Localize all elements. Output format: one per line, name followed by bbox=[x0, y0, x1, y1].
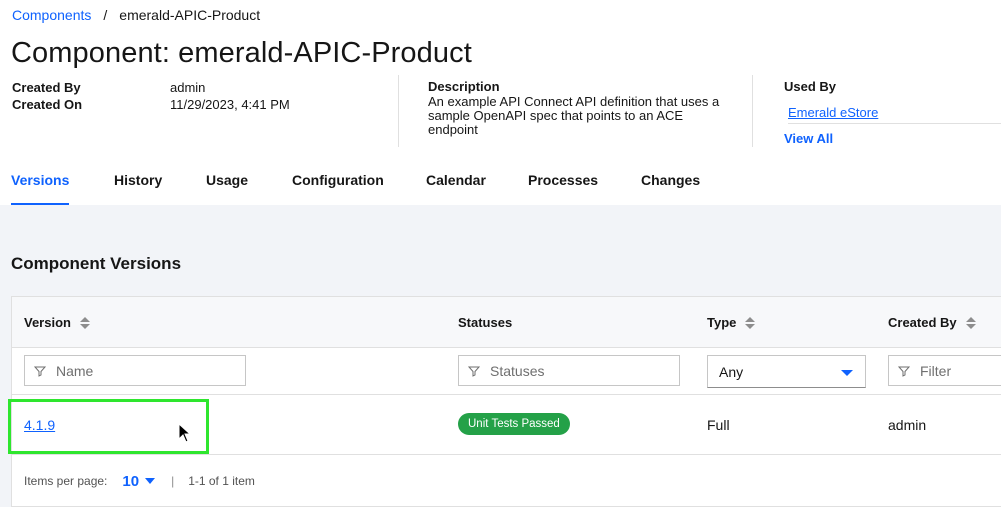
section-title: Component Versions bbox=[11, 254, 182, 273]
tab-versions[interactable]: Versions bbox=[11, 166, 70, 205]
content-area: Component Versions Version Statuses Type… bbox=[0, 205, 1001, 507]
created-by-value: admin bbox=[170, 80, 206, 95]
used-by-label: Used By bbox=[784, 79, 837, 94]
items-per-page-label: Items per page: bbox=[24, 474, 108, 488]
used-by-item-link[interactable]: Emerald eStore bbox=[788, 105, 1001, 124]
tab-usage[interactable]: Usage bbox=[206, 166, 248, 205]
filter-icon bbox=[34, 366, 46, 377]
filter-icon bbox=[468, 366, 480, 377]
column-header-label: Type bbox=[707, 315, 737, 330]
column-header-type[interactable]: Type bbox=[707, 315, 756, 330]
mouse-cursor-icon bbox=[178, 423, 192, 443]
created-on-label: Created On bbox=[12, 97, 83, 112]
column-header-label: Version bbox=[24, 315, 71, 330]
chevron-down-icon bbox=[841, 370, 853, 376]
column-header-label: Created By bbox=[888, 315, 957, 330]
pagination-separator: | bbox=[171, 474, 175, 488]
view-all-link[interactable]: View All bbox=[784, 131, 1001, 146]
sort-icon[interactable] bbox=[745, 316, 756, 329]
created-by-label: Created By bbox=[12, 80, 81, 95]
breadcrumb: Components / emerald-APIC-Product bbox=[12, 7, 260, 23]
pagination: Items per page: 10 | 1-1 of 1 item bbox=[12, 455, 1001, 507]
filter-row: Name Statuses Any Filter bbox=[12, 348, 1001, 395]
filter-icon bbox=[898, 366, 910, 377]
created-by-filter-placeholder: Filter bbox=[920, 362, 952, 379]
version-filter-placeholder: Name bbox=[56, 362, 94, 379]
page-size-value: 10 bbox=[122, 472, 140, 490]
breadcrumb-separator: / bbox=[103, 7, 108, 23]
pagination-range: 1-1 of 1 item bbox=[188, 474, 255, 488]
table-header: Version Statuses Type Created By bbox=[12, 297, 1001, 348]
description-text: An example API Connect API definition th… bbox=[428, 94, 720, 137]
used-by-block: Used By Emerald eStore View All bbox=[784, 79, 1001, 146]
statuses-filter-input[interactable]: Statuses bbox=[458, 355, 680, 386]
sort-icon[interactable] bbox=[79, 316, 90, 329]
description-label: Description bbox=[428, 79, 500, 94]
page-size-select[interactable]: 10 bbox=[122, 472, 156, 490]
column-header-created-by[interactable]: Created By bbox=[888, 315, 976, 330]
type-filter-select[interactable]: Any bbox=[707, 355, 866, 388]
breadcrumb-current: emerald-APIC-Product bbox=[119, 7, 261, 23]
tab-history[interactable]: History bbox=[114, 166, 162, 205]
tab-configuration[interactable]: Configuration bbox=[292, 166, 384, 205]
chevron-down-icon bbox=[145, 478, 156, 484]
tab-processes[interactable]: Processes bbox=[528, 166, 598, 205]
created-by-cell: admin bbox=[888, 417, 927, 433]
meta-labels: Created By Created On bbox=[12, 79, 82, 113]
tab-bar: Versions History Usage Configuration Cal… bbox=[0, 166, 1001, 205]
column-header-statuses: Statuses bbox=[458, 315, 512, 330]
type-filter-value: Any bbox=[719, 363, 744, 380]
version-filter-input[interactable]: Name bbox=[24, 355, 246, 386]
tab-calendar[interactable]: Calendar bbox=[426, 166, 486, 205]
statuses-filter-placeholder: Statuses bbox=[490, 362, 545, 379]
column-header-version[interactable]: Version bbox=[24, 315, 90, 330]
sort-icon[interactable] bbox=[965, 316, 976, 329]
type-cell: Full bbox=[707, 417, 730, 433]
created-by-filter-input[interactable]: Filter bbox=[888, 355, 1001, 386]
meta-values: admin 11/29/2023, 4:41 PM bbox=[170, 79, 290, 113]
description-block: Description An example API Connect API d… bbox=[398, 75, 753, 147]
breadcrumb-components-link[interactable]: Components bbox=[12, 7, 91, 23]
column-header-label: Statuses bbox=[458, 315, 513, 330]
page-title: Component: emerald-APIC-Product bbox=[11, 37, 472, 69]
status-badge: Unit Tests Passed bbox=[458, 413, 570, 435]
tab-changes[interactable]: Changes bbox=[641, 166, 700, 205]
created-on-value: 11/29/2023, 4:41 PM bbox=[170, 97, 290, 112]
